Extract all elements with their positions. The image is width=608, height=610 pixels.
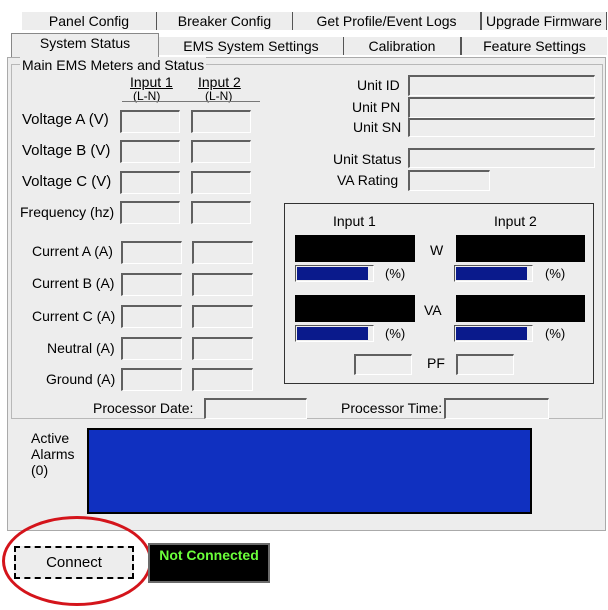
label-unit-id: Unit ID [357, 77, 400, 93]
label-ground: Ground (A) [46, 371, 116, 387]
alarms-count: (0) [31, 462, 49, 478]
frequency-input2-field [191, 201, 251, 224]
w-label: W [430, 242, 444, 258]
header-divider [122, 101, 260, 102]
w-input1-percent-label: (%) [385, 266, 406, 281]
current-c-input1-field [121, 305, 182, 328]
pf-label: PF [427, 355, 445, 371]
neutral-input2-field [192, 337, 253, 360]
power-input2-header: Input 2 [494, 213, 537, 229]
w-input2-percent-bar [454, 265, 533, 282]
w-input2-display [456, 235, 585, 262]
processor-time-field [444, 398, 549, 419]
tab-feature-settings[interactable]: Feature Settings [461, 37, 607, 55]
tab-ems-system-settings[interactable]: EMS System Settings [159, 37, 344, 55]
tab-get-profile-event-logs[interactable]: Get Profile/Event Logs [293, 12, 481, 30]
va-input2-percent-label: (%) [545, 326, 566, 341]
connect-highlight-circle [2, 516, 152, 606]
frequency-input1-field [120, 201, 180, 224]
group-title: Main EMS Meters and Status [20, 57, 207, 73]
pf-input1-field [354, 354, 412, 375]
ground-input1-field [121, 368, 182, 391]
w-input2-percent-label: (%) [545, 266, 566, 281]
va-input1-percent-label: (%) [385, 326, 406, 341]
voltage-b-input1-field [120, 140, 180, 163]
alarms-title-line2: Alarms [31, 446, 75, 462]
label-unit-pn: Unit PN [352, 99, 401, 115]
ground-input2-field [192, 368, 253, 391]
w-input2-bar-fill [456, 267, 528, 280]
voltage-b-input2-field [191, 140, 251, 163]
unit-id-field [408, 75, 595, 96]
label-unit-status: Unit Status [333, 151, 402, 167]
va-rating-field [408, 170, 490, 191]
tab-system-status[interactable]: System Status [11, 33, 159, 58]
unit-sn-field [408, 118, 595, 137]
va-input2-display [456, 295, 585, 322]
current-c-input2-field [192, 305, 253, 328]
current-a-input2-field [192, 241, 253, 264]
current-b-input1-field [121, 273, 182, 296]
active-alarms-list[interactable] [87, 428, 532, 514]
va-input1-bar-fill [297, 327, 369, 340]
alarms-title: Active [31, 430, 70, 446]
label-current-a: Current A (A) [32, 243, 113, 259]
tab-panel-config[interactable]: Panel Config [22, 12, 157, 30]
w-input1-percent-bar [295, 265, 374, 282]
label-voltage-b: Voltage B (V) [22, 142, 111, 159]
current-b-input2-field [192, 273, 253, 296]
input2-header: Input 2 [198, 74, 241, 90]
label-processor-time: Processor Time: [341, 400, 443, 416]
va-label: VA [424, 302, 442, 318]
label-neutral: Neutral (A) [47, 340, 115, 356]
label-current-b: Current B (A) [32, 275, 115, 291]
label-va-rating: VA Rating [337, 172, 399, 188]
processor-date-field [204, 398, 307, 419]
va-input1-display [295, 295, 415, 322]
tab-upgrade-firmware[interactable]: Upgrade Firmware [481, 12, 607, 30]
label-processor-date: Processor Date: [93, 400, 194, 416]
tab-calibration[interactable]: Calibration [344, 37, 461, 55]
va-input2-bar-fill [456, 327, 528, 340]
label-current-c: Current C (A) [32, 308, 116, 324]
w-input1-display [295, 235, 415, 262]
connection-status: Not Connected [148, 543, 270, 583]
input1-header: Input 1 [130, 74, 173, 90]
w-input1-bar-fill [297, 267, 369, 280]
neutral-input1-field [121, 337, 182, 360]
voltage-c-input1-field [120, 171, 180, 194]
unit-status-field [408, 148, 595, 168]
va-input1-percent-bar [295, 325, 374, 342]
unit-pn-field [408, 97, 595, 118]
current-a-input1-field [121, 241, 182, 264]
label-frequency: Frequency (hz) [20, 204, 115, 220]
label-voltage-a: Voltage A (V) [22, 111, 109, 128]
va-input2-percent-bar [454, 325, 533, 342]
voltage-c-input2-field [191, 171, 251, 194]
pf-input2-field [456, 354, 514, 375]
voltage-a-input2-field [191, 110, 251, 133]
label-voltage-c: Voltage C (V) [22, 173, 112, 190]
power-input1-header: Input 1 [333, 213, 376, 229]
voltage-a-input1-field [120, 110, 180, 133]
tab-breaker-config[interactable]: Breaker Config [157, 12, 293, 30]
label-unit-sn: Unit SN [353, 119, 402, 135]
